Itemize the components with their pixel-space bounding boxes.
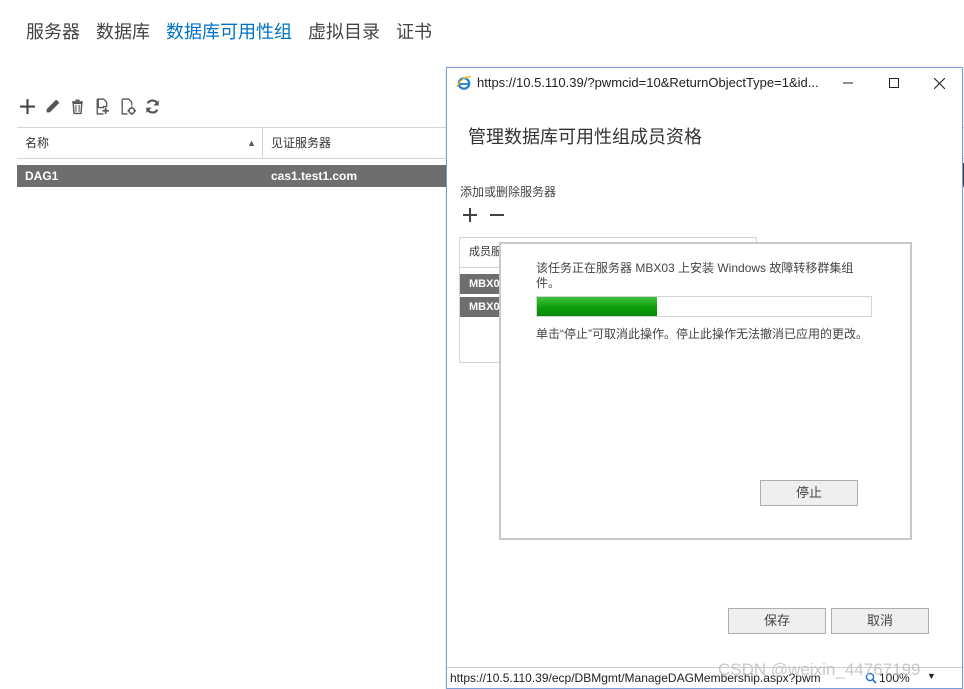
ie-popup-window: https://10.5.110.39/?pwmcid=10&ReturnObj… bbox=[446, 67, 963, 689]
dialog-title: 管理数据库可用性组成员资格 bbox=[468, 127, 702, 147]
remove-server-button[interactable] bbox=[488, 206, 505, 224]
save-button[interactable]: 保存 bbox=[728, 608, 826, 634]
row-name: DAG1 bbox=[25, 169, 59, 183]
column-witness-label: 见证服务器 bbox=[271, 136, 332, 150]
minus-icon bbox=[489, 214, 504, 216]
status-bar: https://10.5.110.39/ecp/DBMgmt/ManageDAG… bbox=[447, 667, 962, 688]
refresh-icon[interactable] bbox=[144, 97, 161, 115]
pencil-icon[interactable] bbox=[44, 97, 61, 115]
add-server-icon[interactable] bbox=[94, 97, 111, 115]
member-toolbar bbox=[461, 206, 505, 224]
top-nav: 服务器 数据库 数据库可用性组 虚拟目录 证书 bbox=[26, 18, 432, 44]
nav-databases[interactable]: 数据库 bbox=[96, 18, 150, 44]
zoom-dropdown-icon[interactable]: ▼ bbox=[927, 671, 936, 681]
column-name-label: 名称 bbox=[25, 136, 50, 150]
window-titlebar: https://10.5.110.39/?pwmcid=10&ReturnObj… bbox=[447, 68, 962, 98]
column-header-name[interactable]: 名称 ▲ bbox=[17, 128, 263, 158]
zoom-level: 100% bbox=[879, 671, 910, 685]
maximize-button[interactable] bbox=[871, 68, 917, 98]
nav-certificates[interactable]: 证书 bbox=[396, 18, 432, 44]
progress-fill bbox=[537, 297, 658, 316]
toolbar bbox=[19, 97, 161, 115]
plus-icon bbox=[462, 208, 477, 222]
nav-servers[interactable]: 服务器 bbox=[26, 18, 80, 44]
sort-ascending-icon: ▲ bbox=[247, 138, 256, 148]
progress-hint: 单击“停止”可取消此操作。停止此操作无法撤消已应用的更改。 bbox=[536, 327, 868, 341]
progress-message: 该任务正在服务器 MBX03 上安装 Windows 故障转移群集组件。 bbox=[536, 261, 854, 290]
ie-icon bbox=[456, 76, 472, 90]
zoom-icon bbox=[865, 672, 877, 684]
cancel-button[interactable]: 取消 bbox=[831, 608, 929, 634]
status-url: https://10.5.110.39/ecp/DBMgmt/ManageDAG… bbox=[450, 671, 821, 685]
minimize-button[interactable] bbox=[825, 68, 871, 98]
nav-dag[interactable]: 数据库可用性组 bbox=[166, 18, 292, 44]
progress-bar bbox=[536, 296, 872, 317]
plus-icon[interactable] bbox=[19, 97, 36, 115]
manage-network-icon[interactable] bbox=[119, 97, 136, 115]
stop-button[interactable]: 停止 bbox=[760, 480, 858, 506]
trash-icon[interactable] bbox=[69, 97, 86, 115]
row-witness: cas1.test1.com bbox=[271, 169, 358, 183]
close-button[interactable] bbox=[916, 68, 962, 98]
progress-dialog: 该任务正在服务器 MBX03 上安装 Windows 故障转移群集组件。 单击“… bbox=[499, 242, 912, 540]
section-label: 添加或删除服务器 bbox=[460, 185, 557, 199]
column-header-witness[interactable]: 见证服务器 bbox=[263, 128, 331, 158]
add-server-button[interactable] bbox=[461, 206, 478, 224]
window-title: https://10.5.110.39/?pwmcid=10&ReturnObj… bbox=[477, 75, 819, 90]
nav-virtual-directories[interactable]: 虚拟目录 bbox=[308, 18, 380, 44]
zoom-control[interactable]: 100% bbox=[865, 671, 910, 685]
